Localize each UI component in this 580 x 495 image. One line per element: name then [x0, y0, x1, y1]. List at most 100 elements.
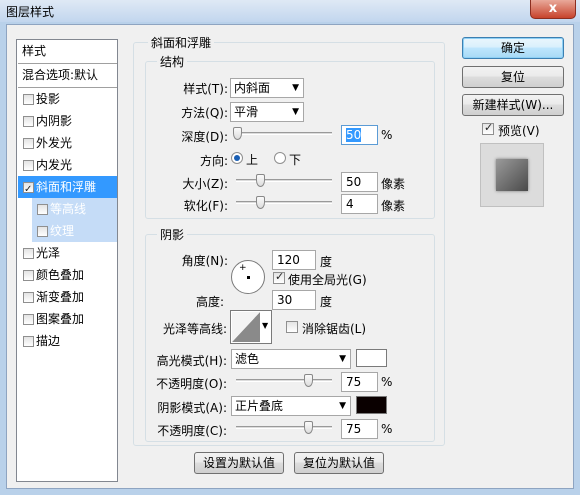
global-light-checkbox[interactable] [273, 270, 285, 284]
window-title: 图层样式 [6, 5, 55, 19]
style-item-contour[interactable]: 等高线 [32, 198, 117, 220]
style-item-texture[interactable]: 纹理 [32, 220, 117, 242]
shadow-opacity-label: 不透明度(C): [157, 424, 227, 438]
bevel-emboss-title: 斜面和浮雕 [148, 34, 215, 51]
anti-aliased-checkbox[interactable] [286, 321, 298, 333]
highlight-color-swatch[interactable] [356, 349, 387, 367]
checkbox[interactable] [23, 248, 34, 259]
angle-unit: 度 [320, 255, 333, 269]
depth-input[interactable]: 50 [341, 125, 378, 145]
style-item-gradient-overlay[interactable]: 渐变叠加 [18, 286, 117, 308]
angle-dial[interactable]: + [231, 260, 265, 294]
gloss-contour-picker[interactable]: ▼ [230, 310, 272, 344]
size-input[interactable]: 50 [341, 172, 378, 192]
style-item-inner-shadow[interactable]: 内阴影 [18, 110, 117, 132]
preview-swatch [496, 159, 528, 191]
altitude-label: 高度: [195, 295, 224, 309]
size-slider-track[interactable] [236, 179, 332, 182]
chevron-down-icon: ▼ [339, 354, 346, 364]
style-item-bevel-emboss[interactable]: 斜面和浮雕 [18, 176, 117, 201]
close-button[interactable]: x [530, 0, 576, 19]
size-unit: 像素 [381, 177, 406, 191]
shadow-mode-dropdown[interactable]: 正片叠底 ▼ [231, 396, 351, 416]
make-default-button[interactable]: 设置为默认值 [194, 452, 284, 474]
style-item-satin[interactable]: 光泽 [18, 242, 117, 264]
depth-slider-thumb[interactable] [233, 127, 242, 140]
style-item-drop-shadow[interactable]: 投影 [18, 88, 117, 110]
preview-label: 预览(V) [498, 124, 540, 138]
highlight-mode-label: 高光模式(H): [156, 354, 227, 368]
angle-input[interactable]: 120 [272, 250, 316, 270]
style-list: 样式 混合选项:默认 投影 内阴影 外发光 内发光 斜面和浮雕 等高线 纹理 光… [16, 39, 118, 482]
size-label: 大小(Z): [182, 177, 228, 191]
highlight-mode-dropdown[interactable]: 滤色 ▼ [231, 349, 351, 369]
checkbox[interactable] [23, 336, 34, 347]
preview-checkbox[interactable] [482, 121, 494, 135]
checkbox[interactable] [23, 116, 34, 127]
chevron-down-icon: ▼ [262, 321, 269, 330]
chevron-down-icon: ▼ [292, 107, 299, 117]
structure-title: 结构 [157, 53, 188, 70]
blend-options-item[interactable]: 混合选项:默认 [18, 64, 117, 86]
depth-label: 深度(D): [181, 130, 228, 144]
global-light-label: 使用全局光(G) [288, 273, 367, 287]
style-dropdown[interactable]: 内斜面 ▼ [230, 78, 304, 98]
technique-dropdown[interactable]: 平滑 ▼ [230, 102, 304, 122]
contour-icon [232, 312, 260, 342]
shadow-opacity-slider-track[interactable] [236, 426, 332, 429]
style-item-color-overlay[interactable]: 颜色叠加 [18, 264, 117, 286]
checkbox[interactable] [23, 138, 34, 149]
depth-slider-track[interactable] [236, 132, 332, 135]
checkbox[interactable] [23, 292, 34, 303]
technique-label: 方法(Q): [181, 106, 228, 120]
style-item-stroke[interactable]: 描边 [18, 330, 117, 352]
shadow-opacity-input[interactable]: 75 [341, 419, 378, 439]
checkbox[interactable] [23, 270, 34, 281]
soften-slider-thumb[interactable] [256, 196, 265, 209]
soften-input[interactable]: 4 [341, 194, 378, 214]
angle-dial-center [247, 276, 250, 279]
highlight-opacity-input[interactable]: 75 [341, 372, 378, 392]
chevron-down-icon: ▼ [292, 83, 299, 93]
reset-button[interactable]: 复位 [462, 66, 564, 88]
close-icon: x [548, 1, 558, 16]
angle-dial-marker: + [239, 263, 247, 273]
checkbox-checked[interactable] [23, 179, 34, 201]
style-item-inner-glow[interactable]: 内发光 [18, 154, 117, 176]
checkbox[interactable] [23, 160, 34, 171]
anti-aliased-label: 消除锯齿(L) [302, 322, 367, 336]
checkbox[interactable] [23, 314, 34, 325]
soften-slider-track[interactable] [236, 201, 332, 204]
title-bar [0, 0, 580, 22]
shadow-opacity-slider-thumb[interactable] [304, 421, 313, 434]
shadow-opacity-unit: % [381, 422, 393, 436]
highlight-opacity-unit: % [381, 375, 393, 389]
direction-up-radio[interactable] [231, 152, 243, 164]
style-list-header[interactable]: 样式 [18, 40, 117, 62]
chevron-down-icon: ▼ [339, 401, 346, 411]
direction-down-label: 下 [289, 153, 302, 167]
shadow-color-swatch[interactable] [356, 396, 387, 414]
depth-unit: % [381, 128, 393, 142]
new-style-button[interactable]: 新建样式(W)... [462, 94, 564, 116]
highlight-opacity-label: 不透明度(O): [156, 377, 227, 391]
direction-down-radio[interactable] [274, 152, 286, 164]
direction-up-label: 上 [246, 153, 259, 167]
preview-thumbnail [480, 143, 544, 207]
shading-title: 阴影 [157, 226, 188, 243]
soften-unit: 像素 [381, 199, 406, 213]
style-item-pattern-overlay[interactable]: 图案叠加 [18, 308, 117, 330]
checkbox[interactable] [37, 204, 48, 215]
highlight-opacity-slider-track[interactable] [236, 379, 332, 382]
highlight-opacity-slider-thumb[interactable] [304, 374, 313, 387]
checkbox[interactable] [23, 94, 34, 105]
soften-label: 软化(F): [183, 199, 228, 213]
style-label: 样式(T): [183, 82, 228, 96]
size-slider-thumb[interactable] [256, 174, 265, 187]
style-item-outer-glow[interactable]: 外发光 [18, 132, 117, 154]
ok-button[interactable]: 确定 [462, 37, 564, 59]
altitude-input[interactable]: 30 [272, 290, 316, 310]
reset-to-default-button[interactable]: 复位为默认值 [294, 452, 384, 474]
altitude-unit: 度 [320, 295, 333, 309]
checkbox[interactable] [37, 226, 48, 237]
